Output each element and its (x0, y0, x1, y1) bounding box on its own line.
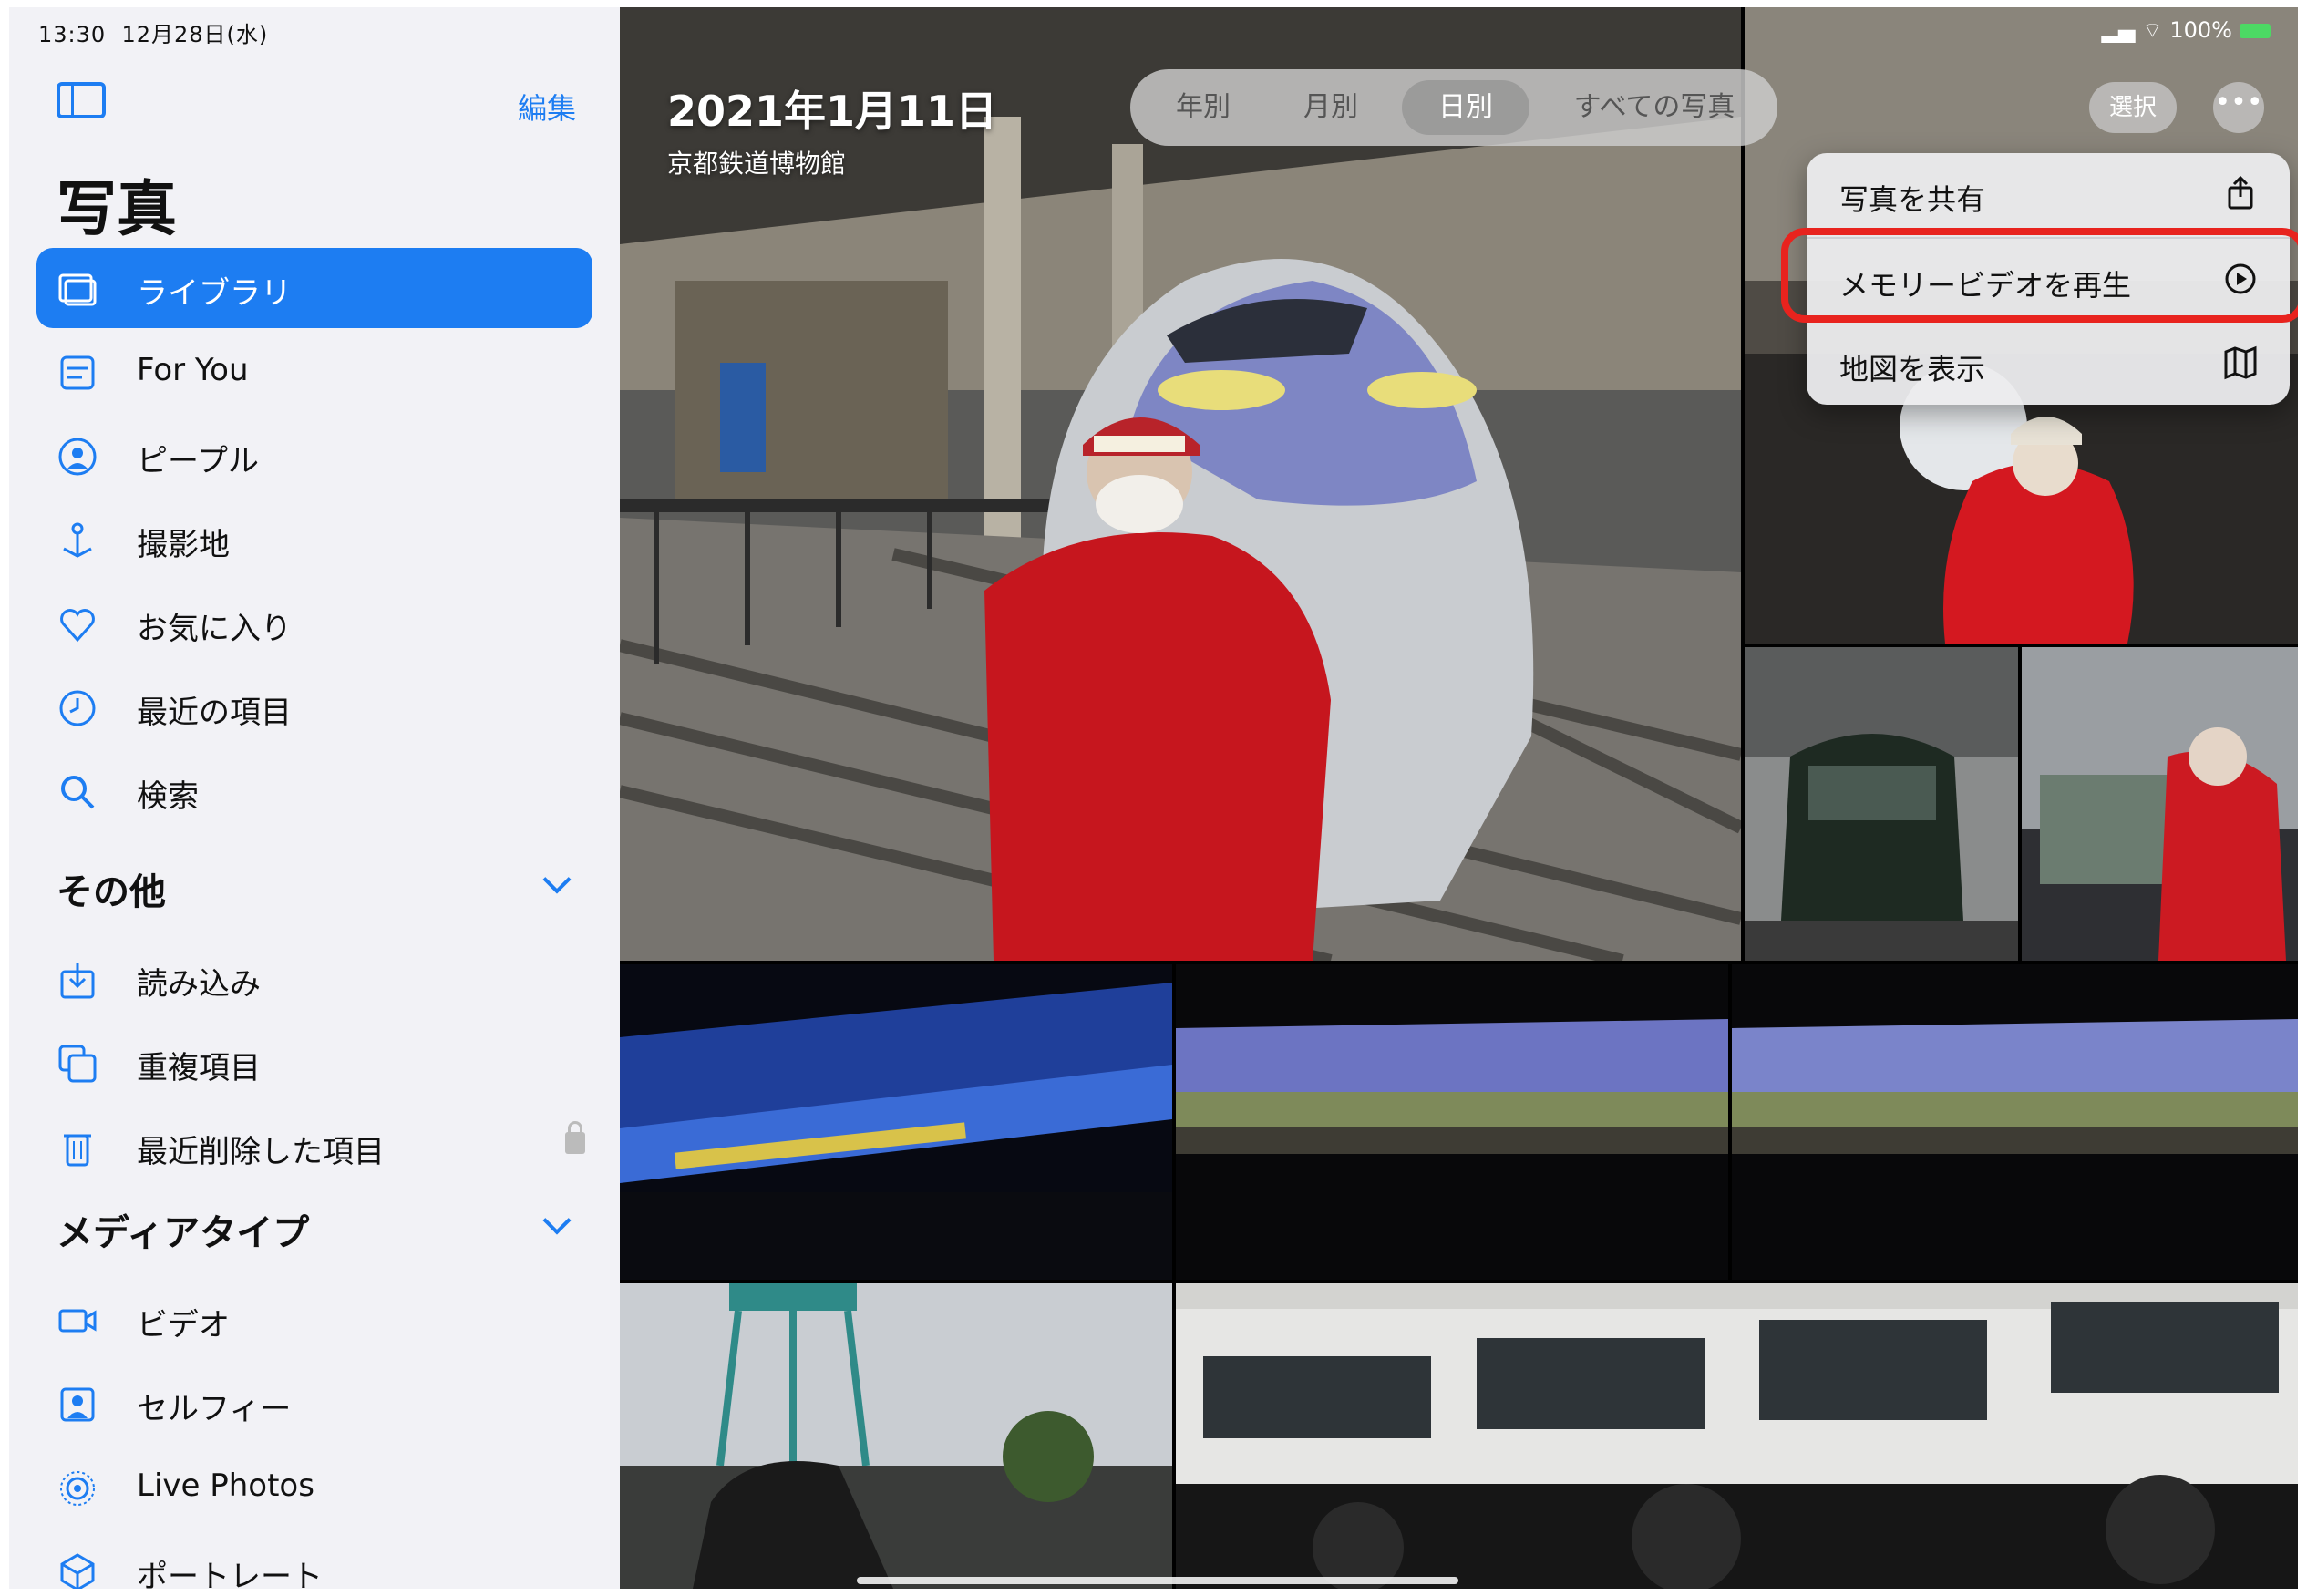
sidebar-item-places[interactable]: 撮影地 (36, 499, 592, 580)
section-header-other[interactable]: その他 (57, 862, 166, 915)
sidebar-item-label: For You (137, 352, 249, 388)
search-icon (61, 776, 95, 809)
status-bar-right: ▂▄ ⌔ 100% (2102, 16, 2271, 44)
menu-item-label: 写真を共有 (1839, 182, 1986, 217)
sidebar-item-label: ライブラリ (137, 275, 292, 312)
model-train-photo (2022, 647, 2298, 961)
share-icon (2228, 175, 2253, 210)
sidebar-item-people[interactable]: ピープル (36, 416, 592, 496)
section-date-title: 2021年1月11日 (667, 87, 998, 136)
view-segmented-control: 年別 月別 日別 すべての写真 (1130, 69, 1777, 146)
sidebar-item-library[interactable]: ライブラリ (36, 248, 592, 328)
status-time: 13:30 12月28日(水) (38, 22, 269, 47)
photo-thumbnail[interactable] (1176, 964, 1728, 1280)
sidebar-toggle-icon[interactable] (57, 82, 106, 118)
live-photos-icon (60, 1471, 95, 1506)
more-button[interactable]: ••• (2213, 82, 2264, 133)
places-icon (63, 522, 92, 558)
select-button[interactable]: 選択 (2089, 82, 2177, 133)
heart-icon (60, 609, 95, 643)
photo-thumbnail[interactable] (1732, 964, 2298, 1280)
sidebar-item-label: 検索 (137, 778, 199, 815)
sidebar-item-label: 撮影地 (137, 527, 230, 563)
sidebar-item-recently-deleted[interactable]: 最近削除した項目 (36, 1107, 592, 1187)
sidebar-item-label: ピープル (137, 443, 259, 479)
photo-thumbnail[interactable] (2022, 647, 2298, 961)
map-icon (2224, 345, 2257, 380)
photo-thumbnail[interactable] (620, 1283, 1172, 1589)
lock-icon (565, 1121, 585, 1154)
water-tower-photo (620, 1283, 1172, 1589)
duplicates-icon (58, 1045, 97, 1083)
people-icon (58, 438, 97, 476)
sidebar-item-recents[interactable]: 最近の項目 (36, 667, 592, 747)
annotation-highlight-box (1781, 228, 2298, 323)
sidebar-item-portrait[interactable]: ポートレート (36, 1531, 592, 1589)
menu-item-show-map[interactable]: 地図を表示 (1807, 323, 2290, 407)
chevron-down-icon[interactable] (542, 1206, 572, 1235)
sidebar-item-label: 重複項目 (137, 1050, 261, 1086)
for-you-icon (60, 355, 95, 390)
sidebar-item-label: セルフィー (137, 1391, 292, 1427)
library-icon (58, 273, 97, 306)
sidebar-item-label: お気に入り (137, 611, 292, 647)
sidebar-item-label: 最近の項目 (137, 695, 292, 731)
tab-days[interactable]: 日別 (1402, 80, 1529, 135)
sidebar-item-label: Live Photos (137, 1467, 314, 1504)
photo-thumbnail[interactable] (1176, 1283, 2298, 1589)
sidebar-item-live-photos[interactable]: Live Photos (36, 1447, 592, 1528)
edit-button[interactable]: 編集 (518, 86, 576, 128)
sidebar-item-selfies[interactable]: セルフィー (36, 1364, 592, 1444)
battery-icon (2240, 24, 2271, 38)
sidebar-item-label: 最近削除した項目 (137, 1134, 385, 1170)
tab-all-photos[interactable]: すべての写真 (1550, 80, 1759, 135)
sidebar-item-videos[interactable]: ビデオ (36, 1280, 592, 1360)
ipad-screen: 13:30 12月28日(水) 編集 写真 ライブラリ For You ピープル… (9, 7, 2298, 1589)
diorama-night-photo (620, 964, 1172, 1280)
sidebar-item-favorites[interactable]: お気に入り (36, 583, 592, 664)
sidebar-item-label: 読み込み (137, 966, 261, 1003)
portrait-icon (60, 1553, 95, 1589)
sidebar-item-search[interactable]: 検索 (36, 751, 592, 831)
section-header-media-types[interactable]: メディアタイプ (57, 1203, 309, 1256)
menu-item-share-photos[interactable]: 写真を共有 (1807, 153, 2290, 237)
diorama-photo (1176, 964, 1728, 1280)
sidebar-item-label: ポートレート (137, 1559, 323, 1589)
selfie-icon (60, 1387, 95, 1422)
home-indicator (857, 1577, 1458, 1584)
clock-icon (59, 690, 96, 726)
menu-item-label: 地図を表示 (1839, 352, 1986, 386)
sidebar: 13:30 12月28日(水) 編集 写真 ライブラリ For You ピープル… (9, 7, 620, 1589)
video-icon (58, 1309, 97, 1333)
diorama-photo (1732, 964, 2298, 1280)
trash-icon (64, 1134, 91, 1167)
sidebar-item-duplicates[interactable]: 重複項目 (36, 1023, 592, 1103)
photo-thumbnail[interactable] (1745, 647, 2018, 961)
page-title: 写真 (57, 174, 177, 244)
import-icon (60, 963, 95, 999)
blue-train-photo (1745, 647, 2018, 961)
sidebar-item-import[interactable]: 読み込み (36, 939, 592, 1019)
tab-months[interactable]: 月別 (1276, 80, 1385, 135)
tab-years[interactable]: 年別 (1148, 80, 1258, 135)
sidebar-item-for-you[interactable]: For You (36, 332, 592, 412)
section-location: 京都鉄道博物館 (667, 149, 847, 179)
chevron-down-icon[interactable] (542, 865, 572, 894)
sidebar-item-label: ビデオ (137, 1307, 230, 1344)
photo-thumbnail[interactable] (620, 964, 1172, 1280)
roundhouse-photo (1176, 1283, 2298, 1589)
